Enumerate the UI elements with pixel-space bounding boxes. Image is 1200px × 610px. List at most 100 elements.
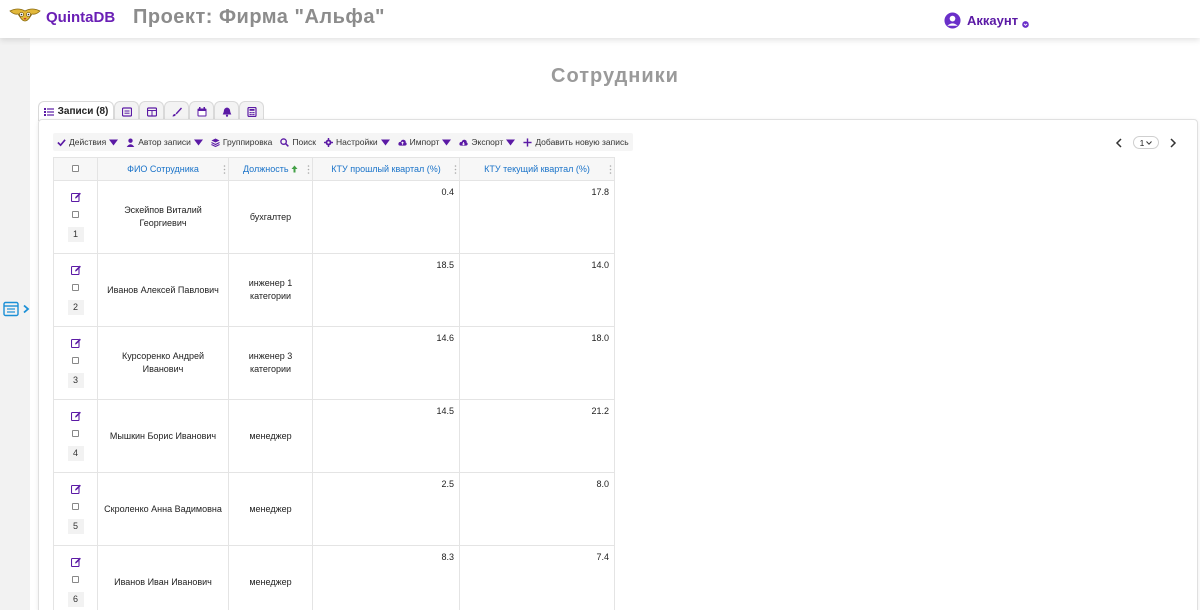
- ktu-curr-cell[interactable]: 18.0: [459, 326, 615, 400]
- employee-name-cell[interactable]: Курсоренко Андрей Иванович: [97, 326, 229, 400]
- chevron-down-icon[interactable]: [1022, 21, 1029, 28]
- position-cell[interactable]: менеджер: [228, 545, 313, 610]
- import-label: Импорт: [409, 137, 440, 147]
- view-tabs: Записи (8): [38, 101, 264, 121]
- chevron-right-icon[interactable]: [1169, 137, 1177, 148]
- edit-icon[interactable]: [70, 557, 81, 567]
- ktu-curr-cell[interactable]: 14.0: [459, 253, 615, 327]
- position-cell[interactable]: менеджер: [228, 399, 313, 473]
- ktu-prev-cell[interactable]: 0.4: [312, 180, 460, 254]
- records-panel: Действия Автор записи Группировка Поиск: [38, 119, 1198, 610]
- project-title: Проект: Фирма "Альфа": [133, 6, 386, 28]
- import-button[interactable]: Импорт: [394, 133, 456, 151]
- row-number: 3: [67, 373, 84, 388]
- row-checkbox[interactable]: [72, 284, 79, 291]
- table-row[interactable]: 5 Скроленко Анна Вадимовна менеджер 2.5 …: [53, 472, 615, 546]
- tab-records[interactable]: Записи (8): [38, 101, 114, 121]
- row-controls-cell: 6: [53, 545, 98, 610]
- edit-icon[interactable]: [70, 411, 81, 421]
- employee-name-cell[interactable]: Эскейпов Виталий Георгиевич: [97, 180, 229, 254]
- edit-icon[interactable]: [70, 484, 81, 494]
- gear-icon: [323, 137, 333, 147]
- actions-button[interactable]: Действия: [53, 133, 122, 151]
- edit-icon[interactable]: [70, 265, 81, 275]
- ktu-curr-cell[interactable]: 8.0: [459, 472, 615, 546]
- main-content: Сотрудники Записи (8) Действия Автор зап…: [30, 38, 1200, 610]
- tab-notifications[interactable]: [214, 101, 239, 121]
- employee-name-cell[interactable]: Иванов Иван Иванович: [97, 545, 229, 610]
- row-checkbox[interactable]: [72, 430, 79, 437]
- table-row[interactable]: 2 Иванов Алексей Павлович инженер 1 кате…: [53, 253, 615, 327]
- tab-columns[interactable]: [139, 101, 164, 121]
- row-number: 5: [67, 519, 84, 534]
- caret-down-icon: [506, 139, 516, 145]
- plus-icon: [523, 137, 532, 147]
- grouping-button[interactable]: Группировка: [207, 133, 277, 151]
- export-button[interactable]: Экспорт: [455, 133, 519, 151]
- table-row[interactable]: 3 Курсоренко Андрей Иванович инженер 3 к…: [53, 326, 615, 400]
- caret-down-icon: [109, 139, 119, 145]
- search-button[interactable]: Поиск: [276, 133, 320, 151]
- cloud-upload-icon: [398, 139, 407, 146]
- sidebar-toggle[interactable]: [3, 299, 33, 319]
- settings-button[interactable]: Настройки: [320, 133, 394, 151]
- export-label: Экспорт: [471, 137, 504, 147]
- column-header-name[interactable]: ФИО Сотрудника: [97, 157, 229, 181]
- add-record-button[interactable]: Добавить новую запись: [519, 133, 632, 151]
- account-menu[interactable]: Аккаунт: [944, 11, 1018, 29]
- position-cell[interactable]: инженер 1 категории: [228, 253, 313, 327]
- page-title: Сотрудники: [551, 65, 679, 87]
- actions-label: Действия: [69, 137, 107, 147]
- ktu-prev-cell[interactable]: 18.5: [312, 253, 460, 327]
- caret-down-icon: [380, 139, 390, 145]
- tab-table-view[interactable]: [114, 101, 139, 121]
- brand-name[interactable]: QuintaDB: [46, 9, 115, 26]
- row-checkbox[interactable]: [72, 357, 79, 364]
- edit-icon[interactable]: [70, 338, 81, 348]
- row-number: 2: [67, 300, 84, 315]
- edit-icon[interactable]: [70, 192, 81, 202]
- column-header-position[interactable]: Должность: [228, 157, 313, 181]
- column-header-ktu-prev[interactable]: КТУ прошлый квартал (%): [312, 157, 460, 181]
- ktu-curr-cell[interactable]: 21.2: [459, 399, 615, 473]
- table-row[interactable]: 1 Эскейпов Виталий Георгиевич бухгалтер …: [53, 180, 615, 254]
- position-cell[interactable]: бухгалтер: [228, 180, 313, 254]
- author-filter-button[interactable]: Автор записи: [122, 133, 207, 151]
- ktu-prev-cell[interactable]: 2.5: [312, 472, 460, 546]
- tab-design[interactable]: [164, 101, 189, 121]
- select-all-checkbox[interactable]: [72, 165, 79, 172]
- employee-name-cell[interactable]: Скроленко Анна Вадимовна: [97, 472, 229, 546]
- ktu-prev-cell[interactable]: 14.5: [312, 399, 460, 473]
- chevron-right-icon: [23, 304, 30, 314]
- row-checkbox[interactable]: [72, 576, 79, 583]
- chevron-left-icon[interactable]: [1115, 137, 1123, 148]
- settings-label: Настройки: [335, 137, 378, 147]
- column-header-ktu-curr[interactable]: КТУ текущий квартал (%): [459, 157, 615, 181]
- table-row[interactable]: 4 Мышкин Борис Иванович менеджер 14.5 21…: [53, 399, 615, 473]
- column-position-label: Должность: [242, 164, 289, 174]
- tab-reports[interactable]: [239, 101, 264, 121]
- ktu-prev-cell[interactable]: 8.3: [312, 545, 460, 610]
- row-checkbox[interactable]: [72, 211, 79, 218]
- tab-calendar[interactable]: [189, 101, 214, 121]
- table-row[interactable]: 6 Иванов Иван Иванович менеджер 8.3 7.4: [53, 545, 615, 610]
- column-resize-icon[interactable]: [307, 164, 310, 175]
- page-select[interactable]: 1: [1133, 136, 1159, 149]
- row-controls-cell: 2: [53, 253, 98, 327]
- employee-name-cell[interactable]: Мышкин Борис Иванович: [97, 399, 229, 473]
- ktu-prev-cell[interactable]: 14.6: [312, 326, 460, 400]
- table-header-row: ФИО Сотрудника Должность КТУ прошлый ква…: [53, 157, 615, 181]
- employee-name-cell[interactable]: Иванов Алексей Павлович: [97, 253, 229, 327]
- position-cell[interactable]: менеджер: [228, 472, 313, 546]
- row-number: 1: [67, 227, 84, 242]
- row-controls-cell: 5: [53, 472, 98, 546]
- position-cell[interactable]: инженер 3 категории: [228, 326, 313, 400]
- check-icon: [57, 138, 66, 146]
- ktu-curr-cell[interactable]: 7.4: [459, 545, 615, 610]
- quintadb-logo-icon[interactable]: [8, 5, 42, 29]
- ktu-curr-cell[interactable]: 17.8: [459, 180, 615, 254]
- row-checkbox[interactable]: [72, 503, 79, 510]
- column-resize-icon[interactable]: [454, 164, 457, 175]
- column-resize-icon[interactable]: [223, 164, 226, 175]
- column-resize-icon[interactable]: [609, 164, 612, 175]
